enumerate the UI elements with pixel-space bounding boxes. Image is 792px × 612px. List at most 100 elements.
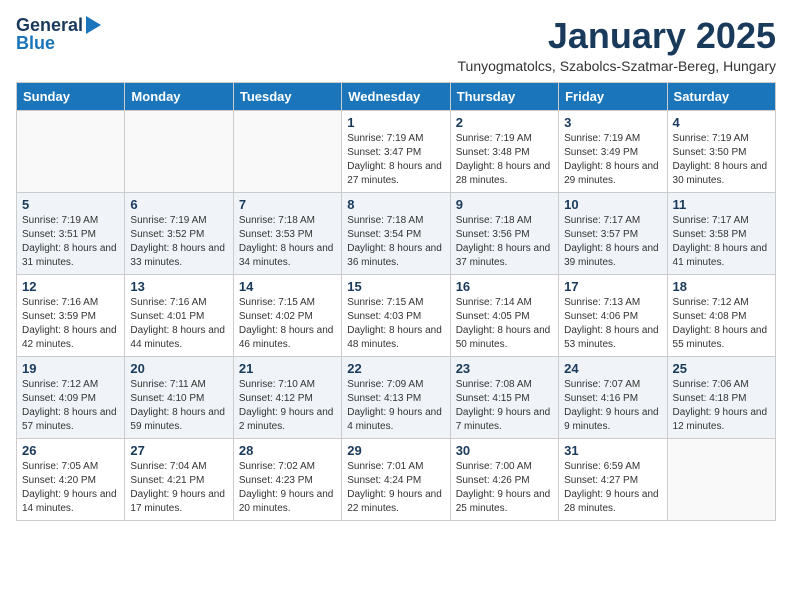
day-info: Sunrise: 7:01 AM Sunset: 4:24 PM Dayligh… <box>347 460 444 516</box>
day-info: Sunrise: 7:18 AM Sunset: 3:53 PM Dayligh… <box>239 214 336 270</box>
calendar-cell: 21 Sunrise: 7:10 AM Sunset: 4:12 PM Dayli… <box>233 356 341 438</box>
day-number: 10 <box>564 197 661 212</box>
day-number: 14 <box>239 279 336 294</box>
calendar-cell: 25 Sunrise: 7:06 AM Sunset: 4:18 PM Dayli… <box>667 356 775 438</box>
day-info: Sunrise: 7:14 AM Sunset: 4:05 PM Dayligh… <box>456 296 553 352</box>
day-number: 15 <box>347 279 444 294</box>
calendar-cell: 27Sunrise: 7:04 AM Sunset: 4:21 PM Dayli… <box>125 438 233 520</box>
day-number: 3 <box>564 115 661 130</box>
day-number: 9 <box>456 197 553 212</box>
day-info: Sunrise: 7:18 AM Sunset: 3:54 PM Dayligh… <box>347 214 444 270</box>
logo: General Blue <box>16 16 101 54</box>
day-info: Sunrise: 7:17 AM Sunset: 3:57 PM Dayligh… <box>564 214 661 270</box>
day-info: Sunrise: 7:19 AM Sunset: 3:50 PM Dayligh… <box>673 132 770 188</box>
weekday-header-thursday: Thursday <box>450 82 558 110</box>
weekday-header-tuesday: Tuesday <box>233 82 341 110</box>
calendar-cell: 18Sunrise: 7:12 AM Sunset: 4:08 PM Dayli… <box>667 274 775 356</box>
calendar-week-4: 19 Sunrise: 7:12 AM Sunset: 4:09 PM Dayli… <box>17 356 776 438</box>
calendar-cell: 22Sunrise: 7:09 AM Sunset: 4:13 PM Dayli… <box>342 356 450 438</box>
day-info: Sunrise: 7:06 AM Sunset: 4:18 PM Dayligh… <box>673 378 770 434</box>
day-number: 5 <box>22 197 119 212</box>
calendar-cell <box>667 438 775 520</box>
calendar-week-5: 26 Sunrise: 7:05 AM Sunset: 4:20 PM Dayli… <box>17 438 776 520</box>
day-info: Sunrise: 7:19 AM Sunset: 3:52 PM Dayligh… <box>130 214 227 270</box>
calendar-cell: 16 Sunrise: 7:14 AM Sunset: 4:05 PM Dayli… <box>450 274 558 356</box>
calendar-cell: 6 Sunrise: 7:19 AM Sunset: 3:52 PM Daylig… <box>125 192 233 274</box>
day-info: Sunrise: 7:07 AM Sunset: 4:16 PM Dayligh… <box>564 378 661 434</box>
day-info: Sunrise: 7:15 AM Sunset: 4:02 PM Dayligh… <box>239 296 336 352</box>
day-number: 12 <box>22 279 119 294</box>
day-info: Sunrise: 7:12 AM Sunset: 4:09 PM Dayligh… <box>22 378 119 434</box>
day-info: Sunrise: 7:05 AM Sunset: 4:20 PM Dayligh… <box>22 460 119 516</box>
weekday-header-friday: Friday <box>559 82 667 110</box>
day-info: Sunrise: 7:11 AM Sunset: 4:10 PM Dayligh… <box>130 378 227 434</box>
calendar-cell <box>17 110 125 192</box>
day-info: Sunrise: 7:08 AM Sunset: 4:15 PM Dayligh… <box>456 378 553 434</box>
calendar-cell: 10 Sunrise: 7:17 AM Sunset: 3:57 PM Dayli… <box>559 192 667 274</box>
day-number: 13 <box>130 279 227 294</box>
calendar-cell: 2Sunrise: 7:19 AM Sunset: 3:48 PM Daylig… <box>450 110 558 192</box>
calendar-cell: 29 Sunrise: 7:01 AM Sunset: 4:24 PM Dayli… <box>342 438 450 520</box>
day-number: 26 <box>22 443 119 458</box>
day-number: 28 <box>239 443 336 458</box>
day-number: 1 <box>347 115 444 130</box>
calendar-cell: 31Sunrise: 6:59 AM Sunset: 4:27 PM Dayli… <box>559 438 667 520</box>
day-number: 2 <box>456 115 553 130</box>
day-info: Sunrise: 7:13 AM Sunset: 4:06 PM Dayligh… <box>564 296 661 352</box>
day-info: Sunrise: 7:16 AM Sunset: 3:59 PM Dayligh… <box>22 296 119 352</box>
calendar-cell: 8 Sunrise: 7:18 AM Sunset: 3:54 PM Daylig… <box>342 192 450 274</box>
day-number: 6 <box>130 197 227 212</box>
day-info: Sunrise: 7:10 AM Sunset: 4:12 PM Dayligh… <box>239 378 336 434</box>
day-info: Sunrise: 7:17 AM Sunset: 3:58 PM Dayligh… <box>673 214 770 270</box>
day-number: 25 <box>673 361 770 376</box>
calendar-cell: 11 Sunrise: 7:17 AM Sunset: 3:58 PM Dayli… <box>667 192 775 274</box>
title-block: January 2025 Tunyogmatolcs, Szabolcs-Sza… <box>458 16 777 74</box>
calendar-cell: 12 Sunrise: 7:16 AM Sunset: 3:59 PM Dayli… <box>17 274 125 356</box>
logo-blue: Blue <box>16 34 55 54</box>
day-number: 29 <box>347 443 444 458</box>
calendar-cell: 20 Sunrise: 7:11 AM Sunset: 4:10 PM Dayli… <box>125 356 233 438</box>
day-info: Sunrise: 7:19 AM Sunset: 3:51 PM Dayligh… <box>22 214 119 270</box>
day-number: 11 <box>673 197 770 212</box>
calendar-cell: 14 Sunrise: 7:15 AM Sunset: 4:02 PM Dayli… <box>233 274 341 356</box>
day-number: 20 <box>130 361 227 376</box>
calendar-cell <box>233 110 341 192</box>
day-number: 27 <box>130 443 227 458</box>
weekday-header-wednesday: Wednesday <box>342 82 450 110</box>
weekday-header-sunday: Sunday <box>17 82 125 110</box>
calendar-cell: 26 Sunrise: 7:05 AM Sunset: 4:20 PM Dayli… <box>17 438 125 520</box>
weekday-header-monday: Monday <box>125 82 233 110</box>
day-number: 23 <box>456 361 553 376</box>
calendar-cell: 5 Sunrise: 7:19 AM Sunset: 3:51 PM Daylig… <box>17 192 125 274</box>
day-number: 24 <box>564 361 661 376</box>
calendar-cell: 17 Sunrise: 7:13 AM Sunset: 4:06 PM Dayli… <box>559 274 667 356</box>
day-info: Sunrise: 6:59 AM Sunset: 4:27 PM Dayligh… <box>564 460 661 516</box>
day-number: 19 <box>22 361 119 376</box>
calendar-cell: 13 Sunrise: 7:16 AM Sunset: 4:01 PM Dayli… <box>125 274 233 356</box>
day-number: 8 <box>347 197 444 212</box>
day-info: Sunrise: 7:16 AM Sunset: 4:01 PM Dayligh… <box>130 296 227 352</box>
day-number: 30 <box>456 443 553 458</box>
month-title: January 2025 <box>458 16 777 56</box>
day-info: Sunrise: 7:19 AM Sunset: 3:49 PM Dayligh… <box>564 132 661 188</box>
day-info: Sunrise: 7:02 AM Sunset: 4:23 PM Dayligh… <box>239 460 336 516</box>
day-number: 21 <box>239 361 336 376</box>
day-number: 16 <box>456 279 553 294</box>
calendar-week-3: 12 Sunrise: 7:16 AM Sunset: 3:59 PM Dayli… <box>17 274 776 356</box>
calendar-week-2: 5 Sunrise: 7:19 AM Sunset: 3:51 PM Daylig… <box>17 192 776 274</box>
calendar-cell: 7Sunrise: 7:18 AM Sunset: 3:53 PM Daylig… <box>233 192 341 274</box>
calendar-cell <box>125 110 233 192</box>
calendar-cell: 3 Sunrise: 7:19 AM Sunset: 3:49 PM Daylig… <box>559 110 667 192</box>
day-info: Sunrise: 7:15 AM Sunset: 4:03 PM Dayligh… <box>347 296 444 352</box>
calendar-cell: 1Sunrise: 7:19 AM Sunset: 3:47 PM Daylig… <box>342 110 450 192</box>
calendar-cell: 30Sunrise: 7:00 AM Sunset: 4:26 PM Dayli… <box>450 438 558 520</box>
calendar: SundayMondayTuesdayWednesdayThursdayFrid… <box>16 82 776 521</box>
calendar-cell: 4Sunrise: 7:19 AM Sunset: 3:50 PM Daylig… <box>667 110 775 192</box>
calendar-cell: 24 Sunrise: 7:07 AM Sunset: 4:16 PM Dayli… <box>559 356 667 438</box>
calendar-cell: 9Sunrise: 7:18 AM Sunset: 3:56 PM Daylig… <box>450 192 558 274</box>
day-number: 17 <box>564 279 661 294</box>
weekday-header-saturday: Saturday <box>667 82 775 110</box>
calendar-cell: 19 Sunrise: 7:12 AM Sunset: 4:09 PM Dayli… <box>17 356 125 438</box>
calendar-cell: 28 Sunrise: 7:02 AM Sunset: 4:23 PM Dayli… <box>233 438 341 520</box>
calendar-week-1: 1Sunrise: 7:19 AM Sunset: 3:47 PM Daylig… <box>17 110 776 192</box>
